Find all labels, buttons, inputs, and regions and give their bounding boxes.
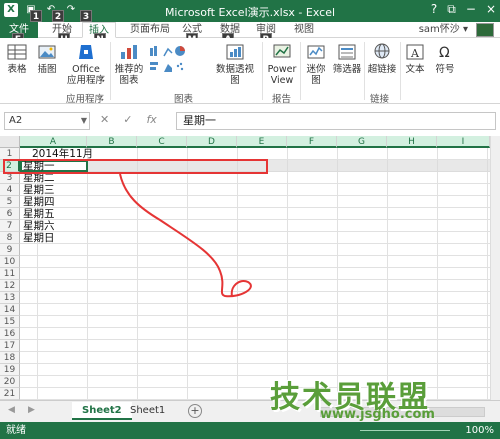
illustrations-button[interactable]: 插图: [34, 42, 60, 75]
sheet-next-icon[interactable]: ▶: [28, 405, 35, 415]
chart-types-gallery[interactable]: [148, 44, 188, 85]
symbols-label: 符号: [435, 64, 455, 75]
group-label-charts: 图表: [174, 94, 194, 105]
pivot-chart-label: 数据透视图: [215, 64, 254, 86]
recommended-charts-button[interactable]: 推荐的 图表: [114, 42, 144, 86]
sheet-prev-icon[interactable]: ◀: [8, 405, 15, 415]
hyperlink-button[interactable]: 超链接: [366, 42, 398, 75]
sparklines-label: 迷你图: [306, 64, 326, 86]
hyperlink-label: 超链接: [367, 64, 397, 75]
zoom-level[interactable]: 100%: [465, 422, 494, 439]
worksheet-grid[interactable]: A B C D E F G H I 1 2 3 4 5 6 7 8 9 10 1…: [0, 136, 490, 400]
ribbon-display-button[interactable]: ⧉: [447, 2, 456, 17]
enter-icon[interactable]: ✓: [123, 113, 132, 126]
group-divider: [400, 42, 401, 100]
status-ready: 就绪: [6, 425, 26, 436]
pivot-chart-button[interactable]: 数据透视图: [212, 42, 258, 86]
status-bar: 就绪 100%: [0, 422, 500, 439]
recommended-charts-label-2: 图表: [119, 75, 139, 86]
window-controls: ? ⧉ − ×: [431, 2, 496, 17]
slicer-button[interactable]: 筛选器: [332, 42, 362, 75]
text-button[interactable]: A 文本: [402, 42, 428, 75]
text-box-icon: A: [406, 44, 424, 60]
tab-page-layout[interactable]: 页面布局: [124, 22, 176, 38]
close-button[interactable]: ×: [486, 2, 496, 17]
name-box[interactable]: A2 ▼: [4, 112, 90, 130]
office-apps-label-1: Office: [72, 64, 100, 75]
slicer-label: 筛选器: [332, 64, 362, 75]
illustrations-label: 插图: [37, 64, 57, 75]
minimize-button[interactable]: −: [466, 2, 476, 17]
power-view-button[interactable]: Power View: [266, 42, 298, 86]
formula-input[interactable]: 星期一: [176, 112, 496, 130]
power-view-icon: [273, 44, 291, 58]
svg-text:A: A: [410, 47, 420, 60]
table-label: 表格: [7, 64, 27, 75]
keytip: 1: [30, 10, 42, 22]
ribbon-insert: 表格 插图 Office 应用程序 推荐的 图表 数据透视图 图表 Power …: [0, 38, 500, 105]
vertical-scrollbar[interactable]: [490, 136, 500, 400]
insert-function-icon[interactable]: fx: [146, 113, 156, 126]
recommended-charts-label-1: 推荐的: [114, 64, 144, 75]
symbols-button[interactable]: Ω 符号: [432, 42, 458, 75]
window-title: Microsoft Excel演示.xlsx - Excel: [164, 6, 336, 19]
table-icon: [7, 44, 27, 60]
chevron-down-icon[interactable]: ▼: [81, 113, 87, 129]
annotation-freehand-arrow: [119, 173, 252, 298]
formula-bar: A2 ▼ ✕ ✓ fx 星期一: [0, 110, 500, 132]
chart-icon: [121, 45, 137, 59]
table-button[interactable]: 表格: [4, 42, 30, 75]
sparkline-icon: [307, 45, 325, 59]
avatar[interactable]: [476, 23, 494, 37]
office-store-icon: [79, 45, 93, 59]
globe-link-icon: [374, 43, 390, 59]
help-button[interactable]: ?: [431, 2, 437, 17]
text-label: 文本: [405, 64, 425, 75]
group-label-links: 链接: [370, 94, 390, 105]
slicer-icon: [338, 44, 356, 60]
group-divider: [262, 42, 263, 100]
chart-types-icon: [150, 46, 185, 72]
sheet-tab-sheet1[interactable]: Sheet1: [120, 402, 175, 420]
office-apps-button[interactable]: Office 应用程序: [66, 42, 106, 86]
power-view-label-1: Power: [267, 64, 297, 75]
group-divider: [110, 42, 111, 100]
ribbon-tabs: 文件 开始 插入 页面布局 公式 数据 审阅 视图 sam怀沙 ▾: [0, 22, 500, 38]
group-divider: [300, 42, 301, 100]
svg-text:Ω: Ω: [439, 45, 450, 61]
group-divider: [364, 42, 365, 100]
name-box-value: A2: [9, 115, 23, 126]
user-account[interactable]: sam怀沙 ▾: [419, 22, 468, 38]
sparklines-button[interactable]: 迷你图: [302, 42, 330, 86]
tab-view[interactable]: 视图: [288, 22, 320, 38]
group-label-apps: 应用程序: [66, 94, 105, 105]
add-sheet-button[interactable]: +: [188, 404, 202, 418]
watermark-url: www.jsgho.com: [320, 407, 435, 422]
power-view-label-2: View: [270, 75, 294, 86]
omega-icon: Ω: [439, 45, 450, 61]
keytip: 2: [52, 10, 64, 22]
group-label-reports: 报告: [272, 94, 292, 105]
title-bar: X ▣ ↶ ↷ Microsoft Excel演示.xlsx - Excel ?…: [0, 0, 500, 22]
cancel-icon[interactable]: ✕: [100, 113, 109, 126]
picture-icon: [38, 45, 56, 59]
formula-buttons: ✕ ✓ fx: [100, 113, 157, 126]
office-apps-label-2: 应用程序: [66, 75, 105, 86]
keytip: 3: [80, 10, 92, 22]
zoom-slider[interactable]: [360, 430, 450, 431]
pivot-chart-icon: [226, 44, 244, 60]
